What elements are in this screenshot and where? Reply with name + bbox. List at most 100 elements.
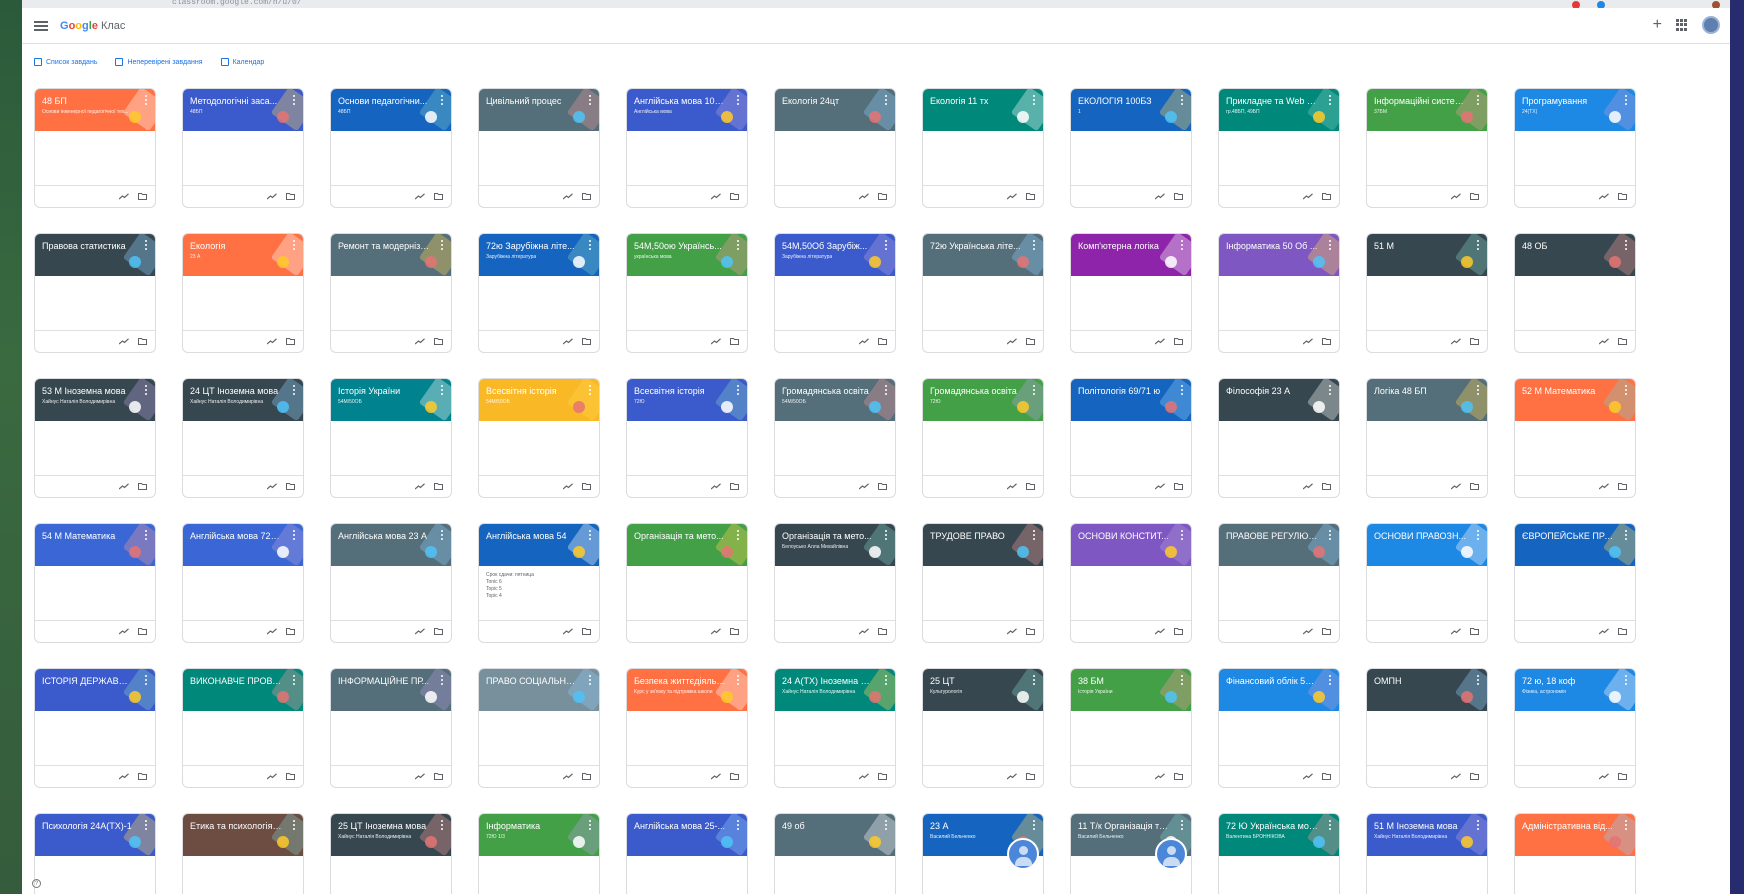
folder-icon[interactable] xyxy=(1026,773,1035,780)
class-title[interactable]: 72 Ю Українська мова xyxy=(1226,821,1318,831)
class-title[interactable]: 11 Т/к Організація та ... xyxy=(1078,821,1170,831)
folder-icon[interactable] xyxy=(434,773,443,780)
class-card[interactable]: 72 ю, 18 коф Фізика, астрономія xyxy=(1514,668,1636,788)
class-card[interactable]: 25 ЦТ Іноземна мова Хайнус Наталія Володи… xyxy=(330,813,452,894)
folder-icon[interactable] xyxy=(1470,193,1479,200)
class-card[interactable]: Етика та психологія ... xyxy=(182,813,304,894)
class-card[interactable]: ЄВРОПЕЙСЬКЕ ПРА... xyxy=(1514,523,1636,643)
class-card-header[interactable]: 24 А(ТХ) Іноземна м... Хайнус Наталія Вол… xyxy=(775,669,895,711)
class-card-header[interactable]: Інформаційні систем... 37БМ xyxy=(1367,89,1487,131)
more-options-icon[interactable] xyxy=(1477,820,1480,830)
class-title[interactable]: ІСТОРІЯ ДЕРЖАВИ І ... xyxy=(42,676,134,686)
gradebook-icon[interactable] xyxy=(1451,483,1461,490)
class-title[interactable]: Політологія 69/71 ю xyxy=(1078,386,1170,396)
class-card-header[interactable]: Англійська мова 54 xyxy=(479,524,599,566)
more-options-icon[interactable] xyxy=(1477,240,1480,250)
more-options-icon[interactable] xyxy=(1625,385,1628,395)
gradebook-icon[interactable] xyxy=(415,773,425,780)
class-card-header[interactable]: 72ю Українська літе... xyxy=(923,234,1043,276)
gradebook-icon[interactable] xyxy=(267,193,277,200)
class-card-header[interactable]: Англійська мова 72 Ю xyxy=(183,524,303,566)
folder-icon[interactable] xyxy=(286,773,295,780)
gradebook-icon[interactable] xyxy=(1599,338,1609,345)
folder-icon[interactable] xyxy=(878,628,887,635)
folder-icon[interactable] xyxy=(434,193,443,200)
class-title[interactable]: 24 ЦТ Іноземна мова xyxy=(190,386,282,396)
class-card[interactable]: 24 ЦТ Іноземна мова Хайнус Наталія Володи… xyxy=(182,378,304,498)
gradebook-icon[interactable] xyxy=(859,483,869,490)
class-card[interactable]: 51 М xyxy=(1366,233,1488,353)
class-card-header[interactable]: 25 ЦТ Культурологія xyxy=(923,669,1043,711)
class-card[interactable]: 54М,50ою Українсь... українська мова xyxy=(626,233,748,353)
more-options-icon[interactable] xyxy=(737,820,740,830)
folder-icon[interactable] xyxy=(730,773,739,780)
more-options-icon[interactable] xyxy=(441,95,444,105)
more-options-icon[interactable] xyxy=(589,820,592,830)
class-card[interactable]: 49 об xyxy=(774,813,896,894)
more-options-icon[interactable] xyxy=(1477,95,1480,105)
class-card-header[interactable]: Філософія 23 А xyxy=(1219,379,1339,421)
class-card[interactable]: Філософія 23 А xyxy=(1218,378,1340,498)
more-options-icon[interactable] xyxy=(885,820,888,830)
more-options-icon[interactable] xyxy=(1033,95,1036,105)
class-title[interactable]: ВИКОНАВЧЕ ПРОВА... xyxy=(190,676,282,686)
more-options-icon[interactable] xyxy=(1329,820,1332,830)
folder-icon[interactable] xyxy=(138,483,147,490)
class-card[interactable]: ОСНОВИ ПРАВОЗН... xyxy=(1366,523,1488,643)
more-options-icon[interactable] xyxy=(145,820,148,830)
folder-icon[interactable] xyxy=(138,338,147,345)
class-card-header[interactable]: Логіка 48 БП xyxy=(1367,379,1487,421)
class-card-header[interactable]: ІНФОРМАЦІЙНЕ ПР... xyxy=(331,669,451,711)
upcoming-task[interactable]: Topic 4 xyxy=(486,593,592,600)
class-title[interactable]: Англійська мова 25-... xyxy=(634,821,726,831)
class-title[interactable]: Філософія 23 А xyxy=(1226,386,1318,396)
more-options-icon[interactable] xyxy=(1181,820,1184,830)
class-card-header[interactable]: Всесвітня історія 54М/50ОБ xyxy=(479,379,599,421)
folder-icon[interactable] xyxy=(1174,628,1183,635)
folder-icon[interactable] xyxy=(730,628,739,635)
folder-icon[interactable] xyxy=(730,193,739,200)
more-options-icon[interactable] xyxy=(1033,820,1036,830)
class-card[interactable]: Англійська мова 25-... xyxy=(626,813,748,894)
more-options-icon[interactable] xyxy=(589,530,592,540)
folder-icon[interactable] xyxy=(1322,773,1331,780)
class-title[interactable]: ОМПН xyxy=(1374,676,1466,686)
gradebook-icon[interactable] xyxy=(1599,193,1609,200)
class-title[interactable]: Екологія xyxy=(190,241,282,251)
folder-icon[interactable] xyxy=(1026,338,1035,345)
class-card-header[interactable]: Політологія 69/71 ю xyxy=(1071,379,1191,421)
folder-icon[interactable] xyxy=(1026,628,1035,635)
more-options-icon[interactable] xyxy=(737,385,740,395)
class-card[interactable]: Програмування 24(ТХ) xyxy=(1514,88,1636,208)
folder-icon[interactable] xyxy=(434,338,443,345)
class-card-header[interactable]: ПРАВО СОЦІАЛЬНО... xyxy=(479,669,599,711)
class-card-header[interactable]: ОСНОВИ КОНСТИТ... xyxy=(1071,524,1191,566)
folder-icon[interactable] xyxy=(1618,193,1627,200)
class-title[interactable]: Інформаційні систем... xyxy=(1374,96,1466,106)
class-title[interactable]: Адміністративна від... xyxy=(1522,821,1614,831)
help-icon[interactable]: ? xyxy=(32,879,41,888)
folder-icon[interactable] xyxy=(730,483,739,490)
gradebook-icon[interactable] xyxy=(267,338,277,345)
gradebook-icon[interactable] xyxy=(711,483,721,490)
class-card[interactable]: Всесвітня історія 54М/50ОБ xyxy=(478,378,600,498)
folder-icon[interactable] xyxy=(1322,338,1331,345)
class-title[interactable]: Логіка 48 БП xyxy=(1374,386,1466,396)
more-options-icon[interactable] xyxy=(145,675,148,685)
class-card[interactable]: 24 А(ТХ) Іноземна м... Хайнус Наталія Вол… xyxy=(774,668,896,788)
class-title[interactable]: 25 ЦТ xyxy=(930,676,1022,686)
class-card-header[interactable]: 48 БП Основи інженерної педагогічної тех.… xyxy=(35,89,155,131)
gradebook-icon[interactable] xyxy=(711,338,721,345)
class-card-header[interactable]: Англійська мова 25-... xyxy=(627,814,747,856)
class-card[interactable]: Інформатика 50 Об ... xyxy=(1218,233,1340,353)
class-card-header[interactable]: 54М,50Об Зарубіж... Зарубіжна література xyxy=(775,234,895,276)
class-card-header[interactable]: Англійська мова 101-... Англійська мова xyxy=(627,89,747,131)
class-card[interactable]: Англійська мова 72 Ю xyxy=(182,523,304,643)
class-card[interactable]: 11 Т/к Організація та ... Василий Бельчен… xyxy=(1070,813,1192,894)
class-title[interactable]: Організація та мето... xyxy=(782,531,874,541)
class-card-header[interactable]: 49 об xyxy=(775,814,895,856)
gradebook-icon[interactable] xyxy=(415,193,425,200)
more-options-icon[interactable] xyxy=(1329,385,1332,395)
more-options-icon[interactable] xyxy=(589,675,592,685)
gradebook-icon[interactable] xyxy=(267,628,277,635)
